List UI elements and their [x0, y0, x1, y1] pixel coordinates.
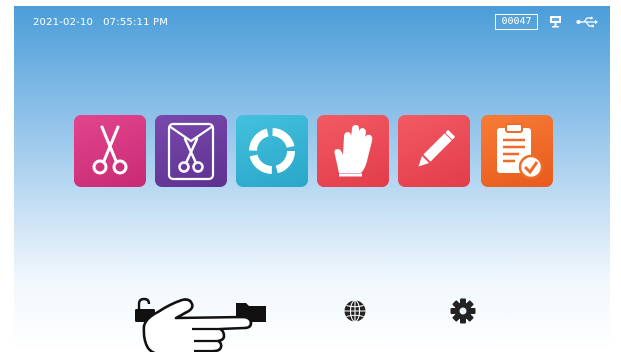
usb-icon: [576, 16, 598, 31]
monitor-icon: [549, 15, 562, 31]
date-text: 2021-02-10: [33, 17, 94, 28]
tile-cycle[interactable]: [236, 115, 308, 187]
cycle-counter: 00047: [495, 14, 538, 30]
glove-icon: [334, 125, 373, 177]
time-text: 07:55:11 PM: [103, 17, 169, 28]
tile-rubber[interactable]: [317, 115, 389, 187]
tile-test[interactable]: [481, 115, 553, 187]
tile-pouched-instruments[interactable]: [155, 115, 227, 187]
pencil-icon: [418, 130, 455, 167]
gear-icon[interactable]: [450, 298, 476, 328]
tile-instruments[interactable]: [74, 115, 146, 187]
globe-icon[interactable]: [343, 299, 367, 327]
pointing-hand-icon: [140, 296, 280, 352]
status-bar: 2021-02-10 07:55:11 PM 00047: [14, 6, 610, 34]
scissors-icon: [92, 125, 128, 175]
scissors-pouch-icon: [167, 122, 215, 181]
tile-custom[interactable]: [398, 115, 470, 187]
cycle-ring-icon: [249, 128, 295, 174]
touch-screen: 2021-02-10 07:55:11 PM 00047: [14, 6, 610, 352]
datetime: 2021-02-10 07:55:11 PM: [33, 17, 168, 28]
clipboard-check-icon: [497, 123, 544, 180]
